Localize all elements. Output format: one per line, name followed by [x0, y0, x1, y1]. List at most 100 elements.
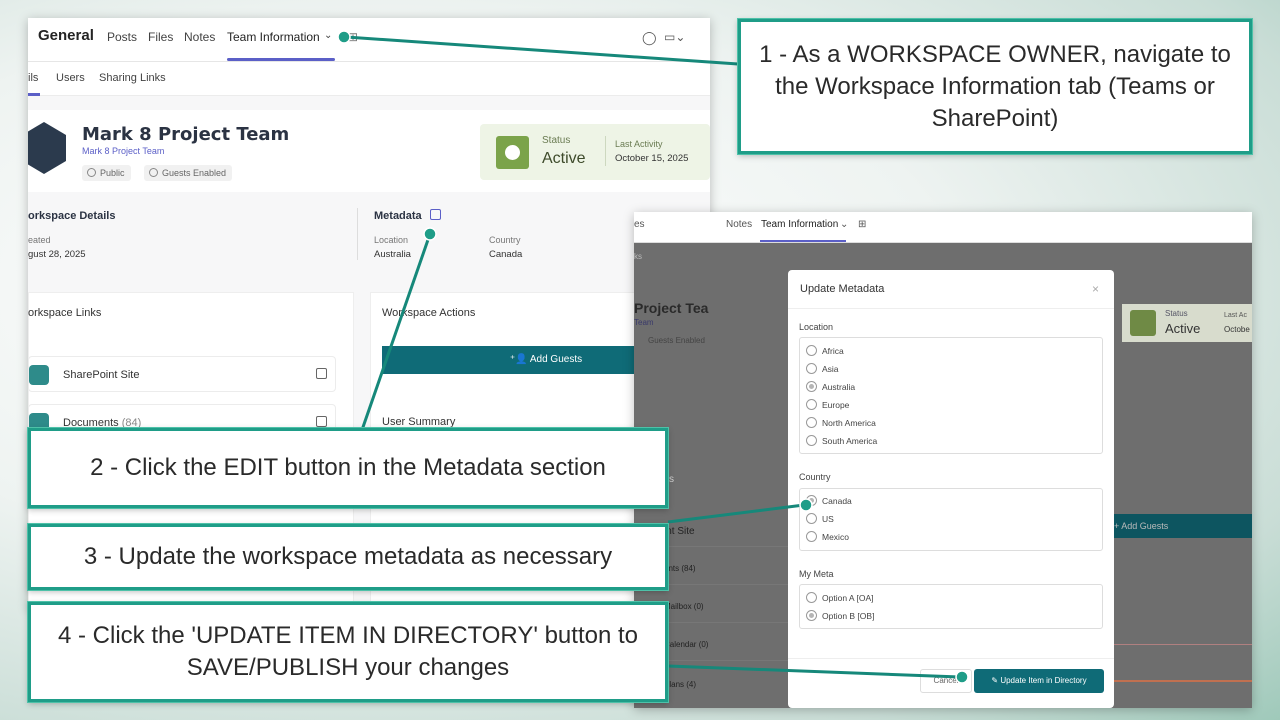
guests-enabled-badge: Guests Enabled [144, 165, 233, 181]
option-label: Canada [822, 496, 852, 506]
public-badge: Public [82, 165, 131, 181]
channel-title: General [38, 27, 94, 44]
add-tab-icon[interactable]: ⊞ [348, 30, 358, 44]
callout-step3: 3 - Update the workspace metadata as nec… [28, 524, 668, 590]
radio-north-america[interactable] [806, 417, 817, 428]
location-label: Location [374, 235, 409, 245]
callout-step1: 1 - As a WORKSPACE OWNER, navigate to th… [738, 19, 1252, 154]
status-badge-icon [496, 136, 529, 169]
chevron-down-icon[interactable]: ⌄ [324, 30, 332, 41]
location-value: Australia [374, 249, 411, 260]
sub-tabs: ils Users Sharing Links [28, 62, 710, 96]
globe-icon [87, 168, 96, 177]
status-divider [605, 136, 606, 166]
radio-option-a[interactable] [806, 592, 817, 603]
edit-icon: ✎ [991, 676, 1001, 685]
close-icon[interactable]: × [1092, 282, 1099, 296]
radio-asia[interactable] [806, 363, 817, 374]
option-label: Asia [822, 364, 839, 374]
option-label: US [822, 514, 834, 524]
country-group-label: Country [799, 472, 831, 482]
edit-metadata-icon[interactable] [430, 209, 441, 220]
add-user-icon: ⁺👤 [509, 354, 530, 365]
chat-icon[interactable]: ◯ [642, 30, 657, 46]
active-tab-indicator [227, 58, 335, 61]
sharepoint-link[interactable]: SharePoint Site [28, 356, 336, 392]
add-guests-button[interactable]: + Add Guests [1104, 514, 1252, 538]
mailbox-link[interactable]: Mailbox (0) [664, 602, 704, 611]
tab-files[interactable]: Files [148, 30, 173, 44]
subtab-users[interactable]: Users [56, 72, 85, 84]
team-subtitle: Team [634, 318, 654, 327]
modal-divider [788, 308, 1114, 309]
tab-notes[interactable]: Notes [184, 30, 215, 44]
update-item-button[interactable]: ✎ Update Item in Directory [974, 669, 1104, 693]
last-activity-value: Octobe [1224, 325, 1250, 334]
tab-team-information[interactable]: Team Information [761, 219, 838, 230]
radio-canada[interactable] [806, 495, 817, 506]
progress-line [1114, 680, 1252, 682]
status-label: Status [1165, 309, 1188, 318]
update-metadata-screenshot: es Notes Team Information ⌄ ⊞ ks Project… [634, 212, 1252, 708]
tab-files[interactable]: es [634, 219, 645, 230]
metadata-title: Metadata [374, 210, 422, 222]
option-label: Option B [OB] [822, 611, 875, 621]
created-label: eated [28, 235, 51, 245]
guests-enabled-badge: Guests Enabled [648, 336, 705, 345]
workspace-actions-title: Workspace Actions [382, 307, 476, 319]
option-label: Australia [822, 382, 856, 392]
add-tab-icon[interactable]: ⊞ [858, 219, 866, 230]
tab-posts[interactable]: Posts [107, 30, 137, 44]
status-badge-icon [1130, 310, 1156, 336]
team-name: Mark 8 Project Team [82, 124, 290, 145]
radio-us[interactable] [806, 513, 817, 524]
radio-europe[interactable] [806, 399, 817, 410]
last-activity-label: Last Ac [1224, 312, 1247, 319]
last-activity-value: October 15, 2025 [615, 153, 689, 164]
subtab-links: ks [634, 252, 642, 261]
last-activity-label: Last Activity [615, 139, 663, 149]
mymeta-options [799, 584, 1103, 629]
subtab-sharing-links[interactable]: Sharing Links [99, 72, 166, 84]
radio-australia[interactable] [806, 381, 817, 392]
video-icon[interactable]: ▭⌄ [664, 30, 685, 44]
radio-mexico[interactable] [806, 531, 817, 542]
radio-africa[interactable] [806, 345, 817, 356]
sharepoint-link[interactable]: int Site [664, 526, 695, 537]
chevron-down-icon[interactable]: ⌄ [840, 219, 848, 230]
details-divider [357, 208, 358, 260]
created-value: gust 28, 2025 [28, 249, 86, 260]
country-value: Canada [489, 249, 523, 260]
progress-line [1114, 644, 1252, 645]
sharepoint-icon [29, 365, 49, 385]
calendar-link[interactable]: Calendar (0) [664, 640, 708, 649]
mymeta-group-label: My Meta [799, 569, 834, 579]
location-group-label: Location [799, 322, 834, 332]
modal-title: Update Metadata [800, 283, 885, 295]
option-label: Option A [OA] [822, 593, 874, 603]
documents-link[interactable]: ents (84) [664, 564, 696, 573]
cancel-button[interactable]: Cancel [920, 669, 972, 693]
radio-option-b[interactable] [806, 610, 817, 621]
radio-south-america[interactable] [806, 435, 817, 446]
guests-icon [149, 168, 158, 177]
option-label: Africa [822, 346, 844, 356]
option-label: South America [822, 436, 878, 446]
status-value: Active [1165, 321, 1201, 336]
callout-step4: 4 - Click the 'UPDATE ITEM IN DIRECTORY'… [28, 602, 668, 702]
subtab-details[interactable]: ils [28, 72, 38, 84]
active-tab-indicator [760, 240, 846, 242]
option-label: Mexico [822, 532, 849, 542]
country-label: Country [489, 235, 521, 245]
details-section [28, 198, 710, 274]
team-name: Project Tea [634, 300, 709, 316]
plans-link[interactable]: Plans (4) [664, 680, 696, 689]
tab-team-information[interactable]: Team Information [227, 30, 320, 44]
channel-header: es Notes Team Information ⌄ ⊞ [634, 212, 1252, 243]
tab-notes[interactable]: Notes [726, 219, 752, 230]
status-value: Active [542, 150, 586, 167]
option-label: North America [822, 418, 876, 428]
external-link-icon[interactable] [316, 368, 327, 379]
external-link-icon[interactable] [316, 416, 327, 427]
teams-screenshot: General Posts Files Notes Team Informati… [28, 18, 710, 608]
